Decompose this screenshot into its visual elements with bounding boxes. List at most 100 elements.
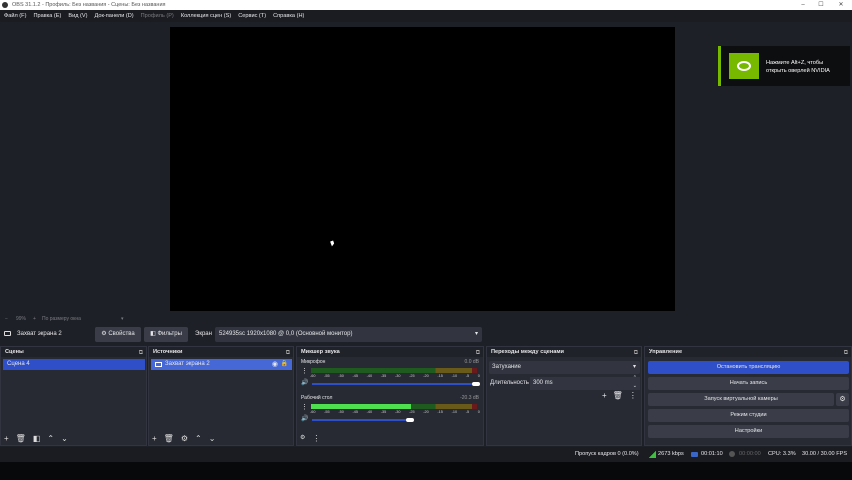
volume-slider-handle[interactable] bbox=[472, 382, 480, 386]
close-button[interactable]: ✕ bbox=[834, 0, 848, 10]
meter-tick-label: -60 bbox=[310, 374, 316, 378]
zoom-mode[interactable]: По размеру окна bbox=[42, 314, 81, 324]
transition-select[interactable]: Затухание ▾ bbox=[489, 361, 640, 374]
meter-tick-label: -25 bbox=[409, 374, 415, 378]
fps: 30.00 / 30.00 FPS bbox=[802, 451, 848, 457]
float-dock-icon[interactable]: ⧉ bbox=[139, 348, 143, 358]
filters-button[interactable]: ◧ Фильтры bbox=[144, 327, 188, 342]
lock-icon[interactable]: 🔒 bbox=[281, 359, 288, 370]
zoom-value: 99% bbox=[16, 316, 27, 322]
float-dock-icon[interactable]: ⧉ bbox=[476, 348, 480, 358]
preview-canvas[interactable] bbox=[170, 27, 675, 311]
channel-db: -20.3 dB bbox=[460, 395, 479, 401]
advanced-audio-icon[interactable]: ⚙ bbox=[300, 434, 305, 443]
menu-item[interactable]: Коллекция сцен (S) bbox=[181, 10, 231, 22]
zoom-in-button[interactable]: + bbox=[33, 314, 36, 324]
volume-slider[interactable] bbox=[312, 419, 411, 421]
channel-menu-dots-icon[interactable]: ⋮ bbox=[301, 403, 308, 411]
speaker-icon[interactable]: 🔊 bbox=[301, 379, 308, 386]
menu-item[interactable]: Сервис (T) bbox=[238, 10, 266, 22]
maximize-button[interactable]: ☐ bbox=[814, 0, 828, 10]
settings-button[interactable]: Настройки bbox=[648, 425, 849, 438]
menu-item[interactable]: Справка (H) bbox=[273, 10, 304, 22]
current-source-name: Захват экрана 2 bbox=[17, 331, 62, 337]
spin-arrows-icon[interactable]: ⌃ ⌄ bbox=[633, 374, 637, 390]
trash-icon[interactable]: 🗑 bbox=[613, 391, 623, 400]
meter-tick-label: -20 bbox=[423, 374, 429, 378]
meter-tick-label: -30 bbox=[394, 374, 401, 378]
title-bar: OBS 31.1.2 - Профиль: Без названия - Сце… bbox=[0, 0, 852, 10]
properties-button[interactable]: ⚙ Свойства bbox=[95, 327, 141, 342]
start-recording-button[interactable]: Начать запись bbox=[648, 377, 849, 390]
float-dock-icon[interactable]: ⧉ bbox=[286, 348, 290, 358]
scene-item[interactable]: Сцена 4 bbox=[3, 359, 145, 370]
add-icon[interactable]: + bbox=[4, 434, 9, 443]
menu-dots-icon[interactable]: ⋮ bbox=[312, 434, 320, 443]
chevron-down-icon: ▾ bbox=[474, 331, 478, 337]
trash-icon[interactable]: 🗑 bbox=[164, 434, 174, 443]
virtual-camera-settings-gear-icon[interactable]: ⚙ bbox=[836, 393, 849, 406]
zoom-out-button[interactable]: − bbox=[5, 314, 8, 324]
signal-strength-icon bbox=[648, 451, 656, 458]
volume-slider-handle[interactable] bbox=[406, 418, 415, 422]
up-icon[interactable]: ⌃ bbox=[47, 434, 54, 443]
add-icon[interactable]: + bbox=[152, 434, 157, 443]
source-name: Захват экрана 2 bbox=[165, 361, 210, 367]
stop-streaming-button[interactable]: Остановить трансляцию bbox=[648, 361, 849, 374]
menu-item[interactable]: Док-панели (D) bbox=[95, 10, 134, 22]
menu-item[interactable]: Правка (E) bbox=[33, 10, 61, 22]
scenes-title: Сцены bbox=[5, 349, 24, 355]
filters-icon[interactable]: ◧ bbox=[33, 434, 41, 443]
nvidia-logo-icon bbox=[729, 53, 759, 79]
dropped-frames: Пропуск кадров 0 (0.0%) bbox=[575, 451, 639, 457]
meter-tick-label: -35 bbox=[380, 374, 387, 378]
meter-tick-label: -10 bbox=[451, 410, 458, 414]
float-dock-icon[interactable]: ⧉ bbox=[634, 348, 638, 358]
menu-dots-icon[interactable]: ⋮ bbox=[629, 391, 637, 400]
meter-tick-label: -35 bbox=[380, 410, 387, 414]
meter-tick-label: -30 bbox=[394, 410, 401, 414]
sources-dock: Источники ⧉ Захват экрана 2 ◉ 🔒 + 🗑 ⚙ ⌃ ⌄ bbox=[148, 346, 294, 446]
meter-ticks: -60 -55 -50 -45 -40 -35 -30 -25 -20 -15 -10 -5 0 bbox=[310, 374, 480, 378]
menu-bar: Файл (F) Правка (E) Вид (V) Док-панели (D) П… bbox=[0, 10, 852, 22]
minimize-button[interactable]: – bbox=[796, 0, 810, 10]
scenes-dock: Сцены ⧉ Сцена 4 + 🗑 ◧ ⌃ ⌄ bbox=[0, 346, 147, 446]
gear-icon[interactable]: ⚙ bbox=[181, 434, 188, 443]
monitor-icon bbox=[4, 331, 11, 336]
down-icon[interactable]: ⌄ bbox=[209, 434, 216, 443]
overlay-line2: открыть оверлей NVIDIA bbox=[766, 68, 830, 74]
menu-item[interactable]: Профиль (P) bbox=[141, 10, 174, 22]
duration-value: 300 ms bbox=[533, 380, 553, 386]
screen-select[interactable]: 524935sc 1920x1080 @ 0,0 (Основной монит… bbox=[215, 327, 482, 342]
visibility-eye-icon[interactable]: ◉ bbox=[272, 359, 278, 370]
meter-tick-label: -40 bbox=[366, 374, 373, 378]
source-item[interactable]: Захват экрана 2 ◉ 🔒 bbox=[151, 359, 292, 370]
channel-name: Микрофон bbox=[301, 359, 326, 365]
transitions-toolbar: + 🗑 ⋮ bbox=[602, 391, 637, 400]
chevron-down-icon: ▾ bbox=[632, 364, 636, 370]
up-icon[interactable]: ⌃ bbox=[195, 434, 202, 443]
obs-logo-icon bbox=[2, 2, 8, 8]
trash-icon[interactable]: 🗑 bbox=[16, 434, 26, 443]
menu-item[interactable]: Файл (F) bbox=[4, 10, 26, 22]
float-dock-icon[interactable]: ⧉ bbox=[844, 348, 848, 358]
speaker-icon[interactable]: 🔊 bbox=[301, 415, 308, 422]
channel-menu-dots-icon[interactable]: ⋮ bbox=[301, 367, 308, 375]
duration-input[interactable]: 300 ms ⌃ ⌄ bbox=[530, 374, 640, 390]
meter-tick-label: -55 bbox=[324, 374, 330, 378]
menu-item[interactable]: Вид (V) bbox=[68, 10, 87, 22]
studio-mode-button[interactable]: Режим студии bbox=[648, 409, 849, 422]
status-bar: Пропуск кадров 0 (0.0%) 2673 kbps 00:01:… bbox=[0, 447, 852, 462]
zoom-bar: − 99% + По размеру окна ▾ bbox=[0, 314, 170, 324]
controls-title: Управление bbox=[649, 349, 683, 355]
add-icon[interactable]: + bbox=[602, 391, 607, 400]
window-title: OBS 31.1.2 - Профиль: Без названия - Сце… bbox=[12, 2, 166, 8]
volume-slider[interactable] bbox=[312, 383, 476, 385]
meter-tick-label: -15 bbox=[437, 410, 443, 414]
taskbar bbox=[0, 462, 852, 480]
chevron-down-icon[interactable]: ▾ bbox=[121, 314, 124, 324]
start-virtual-camera-button[interactable]: Запуск виртуальной камеры bbox=[648, 393, 834, 406]
overlay-line1: Нажмите Alt+Z, чтобы bbox=[766, 60, 824, 66]
down-icon[interactable]: ⌄ bbox=[61, 434, 68, 443]
sources-toolbar: + 🗑 ⚙ ⌃ ⌄ bbox=[152, 434, 215, 443]
